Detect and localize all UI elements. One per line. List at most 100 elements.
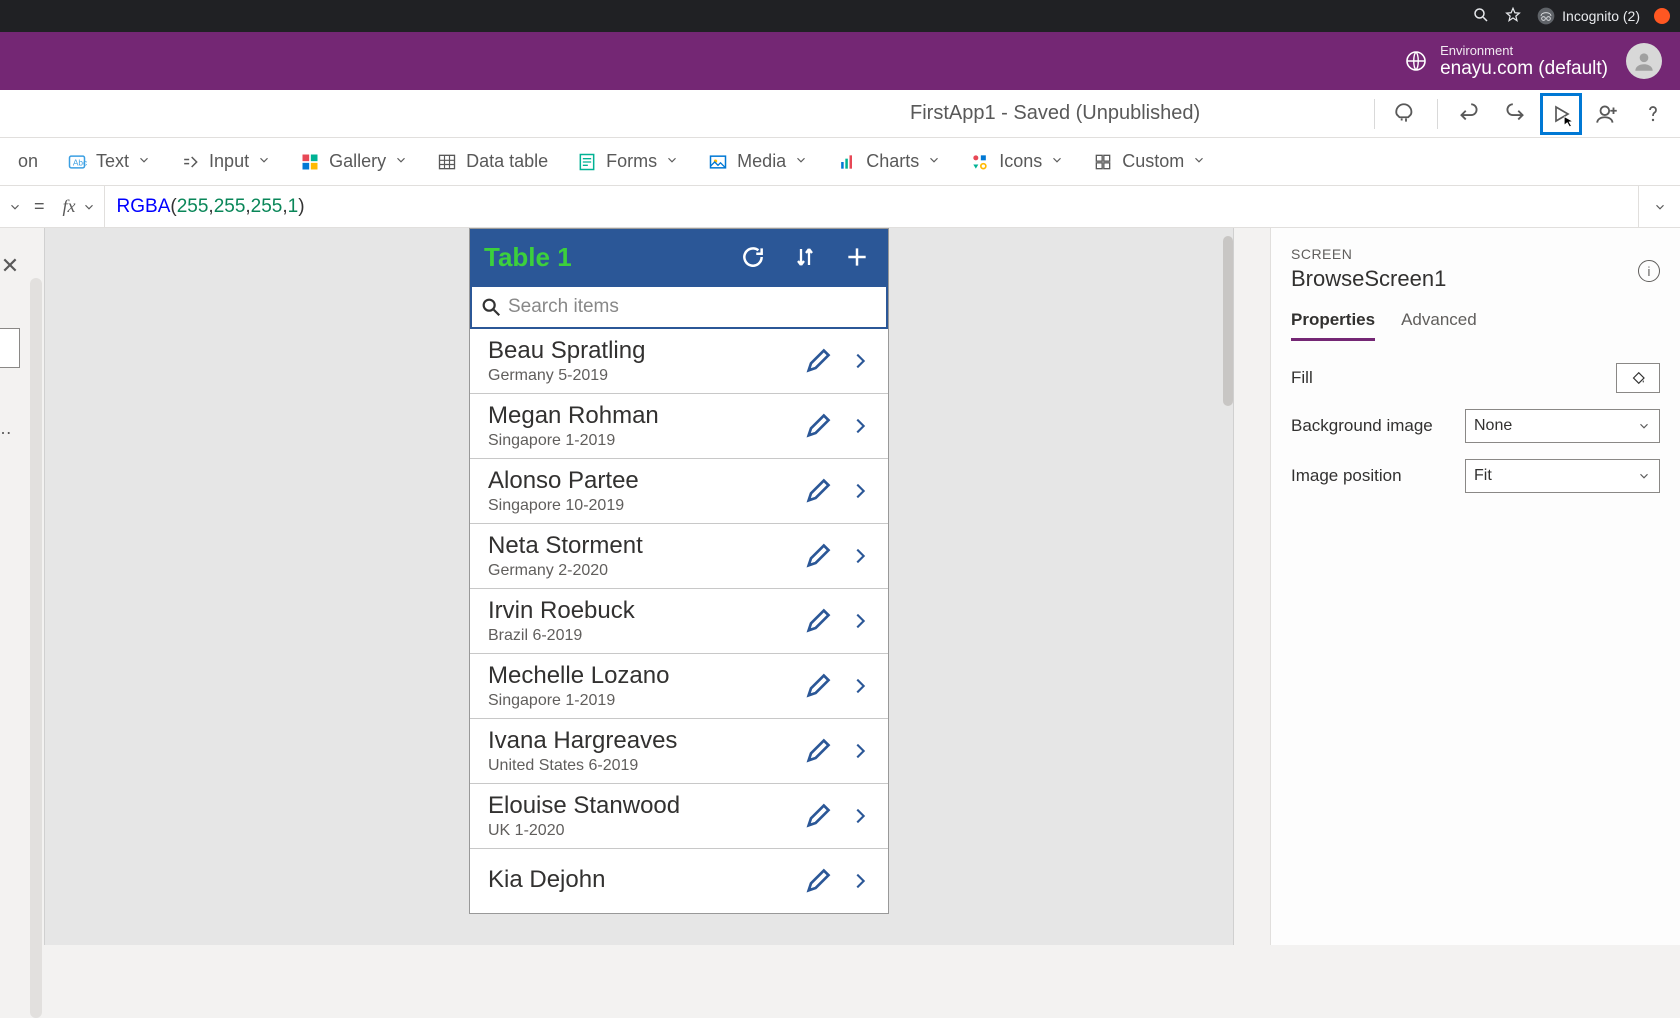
insert-charts[interactable]: Charts — [836, 151, 941, 173]
command-bar: FirstApp1 - Saved (Unpublished) — [0, 90, 1680, 138]
preview-title: Table 1 — [484, 242, 718, 273]
person-icon — [1631, 48, 1657, 74]
list-item-subtitle: Brazil 6-2019 — [488, 627, 794, 645]
insert-text[interactable]: Abc Text — [66, 151, 151, 173]
edit-icon[interactable] — [800, 662, 836, 710]
chevron-down-icon — [137, 151, 151, 172]
separator — [1437, 99, 1438, 129]
chevron-right-icon[interactable] — [842, 532, 878, 580]
list-item[interactable]: Beau Spratling Germany 5-2019 — [470, 329, 888, 393]
more-icon[interactable]: … — [0, 418, 12, 439]
close-icon[interactable]: ✕ — [0, 248, 28, 284]
edit-icon[interactable] — [800, 792, 836, 840]
sort-icon[interactable] — [788, 240, 822, 274]
list-item-title: Ivana Hargreaves — [488, 727, 794, 755]
tab-advanced[interactable]: Advanced — [1401, 310, 1477, 341]
insert-icons[interactable]: Icons — [969, 151, 1064, 173]
edit-icon[interactable] — [800, 727, 836, 775]
table-icon — [436, 151, 458, 173]
prop-fill-label: Fill — [1291, 368, 1313, 388]
refresh-icon[interactable] — [736, 240, 770, 274]
chevron-down-icon — [257, 151, 271, 172]
user-avatar[interactable] — [1626, 43, 1662, 79]
insert-custom[interactable]: Custom — [1092, 151, 1206, 173]
edit-icon[interactable] — [800, 467, 836, 515]
play-preview-button[interactable] — [1540, 93, 1582, 135]
chevron-right-icon[interactable] — [842, 792, 878, 840]
properties-panel: SCREEN BrowseScreen1 i Properties Advanc… — [1270, 228, 1680, 945]
undo-button[interactable] — [1448, 93, 1490, 135]
input-icon — [179, 151, 201, 173]
edit-icon[interactable] — [800, 337, 836, 385]
bookmark-star-icon[interactable] — [1504, 6, 1522, 27]
list-item-title: Elouise Stanwood — [488, 792, 794, 820]
text-icon: Abc — [66, 151, 88, 173]
share-button[interactable] — [1586, 93, 1628, 135]
imgpos-dropdown[interactable]: Fit — [1465, 459, 1660, 493]
list-item[interactable]: Elouise Stanwood UK 1-2020 — [470, 783, 888, 848]
insert-gallery[interactable]: Gallery — [299, 151, 408, 173]
list-item-subtitle: United States 6-2019 — [488, 757, 794, 775]
list-item[interactable]: Alonso Partee Singapore 10-2019 — [470, 458, 888, 523]
form-icon — [576, 151, 598, 173]
list-item-subtitle: Singapore 1-2019 — [488, 432, 794, 450]
formula-input[interactable]: RGBA(255, 255, 255, 1) — [105, 186, 1638, 227]
insert-input[interactable]: Input — [179, 151, 271, 173]
list-item-subtitle: Germany 2-2020 — [488, 562, 794, 580]
edit-icon[interactable] — [800, 857, 836, 905]
list-item-title: Beau Spratling — [488, 337, 794, 365]
fx-button[interactable]: fx — [55, 186, 105, 227]
chevron-down-icon — [1192, 151, 1206, 172]
environment-value: enayu.com (default) — [1440, 58, 1608, 80]
list-item[interactable]: Irvin Roebuck Brazil 6-2019 — [470, 588, 888, 653]
chevron-right-icon[interactable] — [842, 467, 878, 515]
chevron-right-icon[interactable] — [842, 857, 878, 905]
list-item[interactable]: Neta Storment Germany 2-2020 — [470, 523, 888, 588]
insert-media[interactable]: Media — [707, 151, 808, 173]
add-icon[interactable] — [840, 240, 874, 274]
list-item-title: Megan Rohman — [488, 402, 794, 430]
fill-color-picker[interactable] — [1616, 363, 1660, 393]
edit-icon[interactable] — [800, 597, 836, 645]
insert-datatable[interactable]: Data table — [436, 151, 548, 173]
chevron-right-icon[interactable] — [842, 597, 878, 645]
tree-panel-fragment: ✕ … — [0, 228, 40, 945]
tree-search-fragment[interactable] — [0, 328, 20, 368]
edit-icon[interactable] — [800, 532, 836, 580]
list-item[interactable]: Kia Dejohn — [470, 848, 888, 913]
app-checker-icon[interactable] — [1385, 93, 1427, 135]
edit-icon[interactable] — [800, 402, 836, 450]
property-selector[interactable] — [0, 200, 24, 214]
info-icon[interactable]: i — [1638, 260, 1660, 282]
gallery-icon — [299, 151, 321, 173]
profile-dot-icon[interactable] — [1654, 8, 1670, 24]
canvas-scrollbar[interactable] — [1223, 236, 1233, 406]
preview-search-input[interactable] — [508, 296, 878, 318]
environment-selector[interactable]: Environment enayu.com (default) — [1404, 43, 1608, 80]
redo-button[interactable] — [1494, 93, 1536, 135]
list-item-title: Kia Dejohn — [488, 866, 794, 894]
preview-search[interactable] — [470, 285, 888, 329]
tab-properties[interactable]: Properties — [1291, 310, 1375, 341]
list-item[interactable]: Ivana Hargreaves United States 6-2019 — [470, 718, 888, 783]
list-item[interactable]: Megan Rohman Singapore 1-2019 — [470, 393, 888, 458]
insert-forms[interactable]: Forms — [576, 151, 679, 173]
prop-imgpos-label: Image position — [1291, 466, 1402, 486]
list-item[interactable]: Mechelle Lozano Singapore 1-2019 — [470, 653, 888, 718]
formula-expand[interactable] — [1638, 186, 1680, 227]
zoom-icon[interactable] — [1472, 6, 1490, 27]
help-button[interactable] — [1632, 93, 1674, 135]
chevron-right-icon[interactable] — [842, 662, 878, 710]
separator — [1374, 99, 1375, 129]
tree-scrollbar[interactable] — [30, 278, 42, 1018]
chevron-right-icon[interactable] — [842, 727, 878, 775]
environment-label: Environment — [1440, 43, 1608, 58]
equals-sign: = — [24, 196, 55, 217]
canvas[interactable]: Table 1 Beau Spratling Germany 5-2019 Me… — [44, 228, 1234, 945]
bgimage-dropdown[interactable]: None — [1465, 409, 1660, 443]
incognito-label: Incognito (2) — [1562, 8, 1640, 24]
svg-text:Abc: Abc — [73, 157, 87, 167]
chevron-right-icon[interactable] — [842, 337, 878, 385]
chevron-right-icon[interactable] — [842, 402, 878, 450]
chevron-down-icon — [1637, 469, 1651, 483]
